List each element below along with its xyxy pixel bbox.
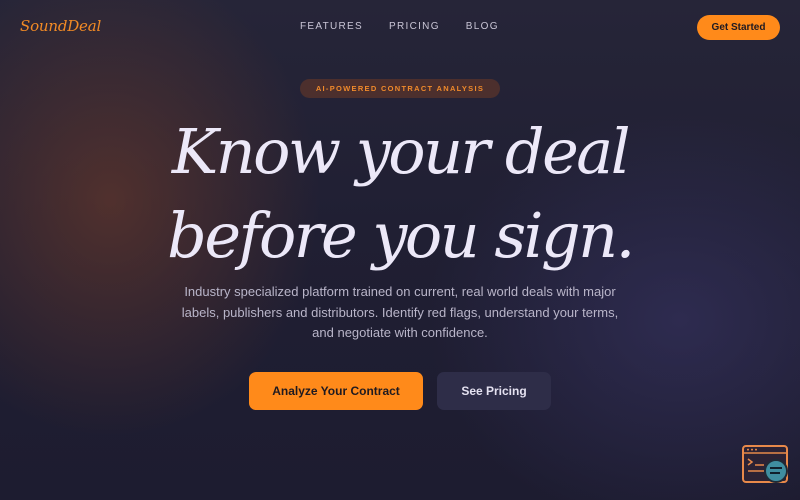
nav-link-features[interactable]: FEATURES: [300, 21, 363, 32]
hero-subtitle: Industry specialized platform trained on…: [181, 284, 619, 340]
analyze-contract-button[interactable]: Analyze Your Contract: [249, 372, 423, 410]
hero-badge: AI-POWERED CONTRACT ANALYSIS: [300, 79, 500, 98]
chat-widget-icon[interactable]: [742, 445, 790, 485]
nav-links: FEATURES PRICING BLOG: [300, 21, 499, 32]
hero-headline: Know your deal before you sign.: [0, 110, 800, 278]
get-started-button[interactable]: Get Started: [697, 15, 780, 40]
logo[interactable]: SoundDeal: [20, 17, 101, 35]
headline-line-2: before you sign.: [167, 199, 635, 272]
top-nav: SoundDeal FEATURES PRICING BLOG Get Star…: [0, 0, 800, 54]
headline-line-1: Know your deal: [171, 115, 631, 188]
nav-link-pricing[interactable]: PRICING: [389, 21, 440, 32]
see-pricing-button[interactable]: See Pricing: [437, 372, 551, 410]
nav-link-blog[interactable]: BLOG: [466, 21, 499, 32]
